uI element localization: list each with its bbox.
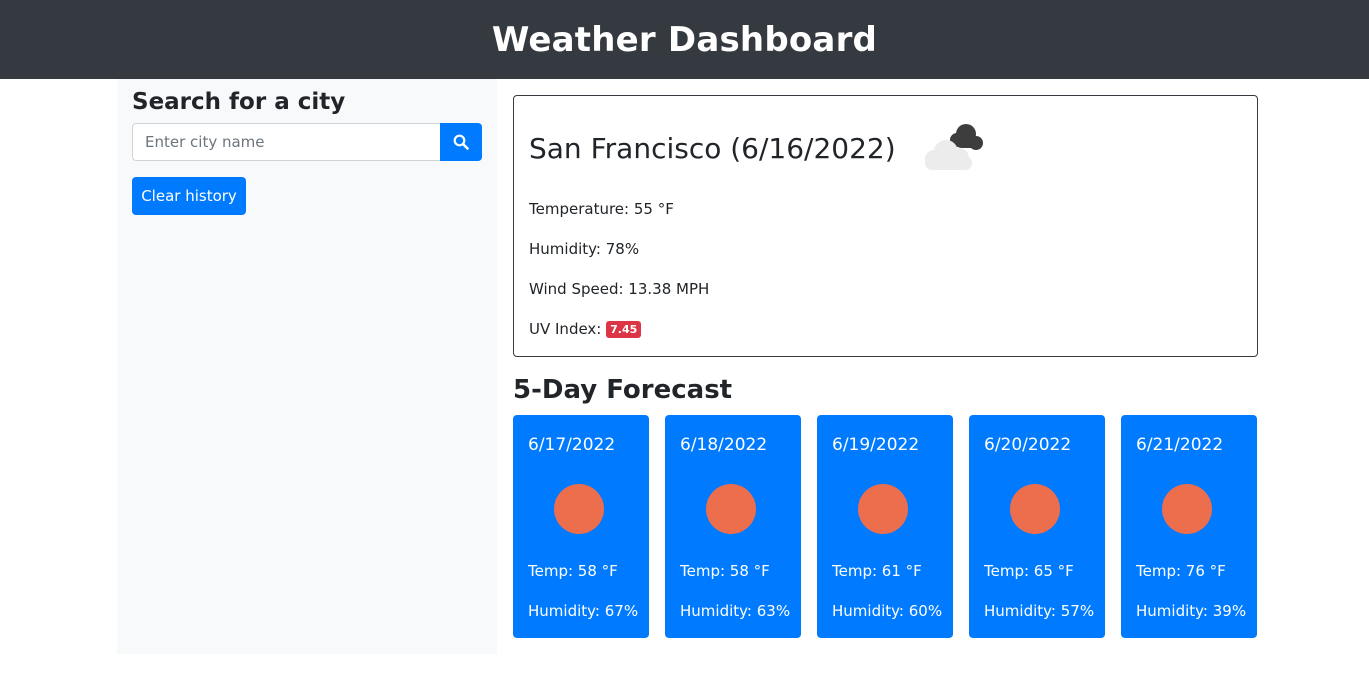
forecast-temp: Temp: 58 °F	[528, 562, 618, 580]
forecast-card: 6/21/2022 Temp: 76 °F Humidity: 39%	[1121, 415, 1257, 638]
search-sidebar: Search for a city Clear history	[117, 79, 497, 654]
forecast-humidity: Humidity: 57%	[984, 602, 1095, 620]
forecast-humidity: Humidity: 63%	[680, 602, 791, 620]
current-city-date: San Francisco (6/16/2022)	[529, 131, 896, 165]
search-button[interactable]	[440, 123, 482, 161]
app-header: Weather Dashboard	[0, 0, 1369, 79]
forecast-card: 6/19/2022 Temp: 61 °F Humidity: 60%	[817, 415, 953, 638]
forecast-card: 6/18/2022 Temp: 58 °F Humidity: 63%	[665, 415, 801, 638]
current-wind-speed: Wind Speed: 13.38 MPH	[529, 280, 710, 298]
forecast-humidity: Humidity: 39%	[1136, 602, 1247, 620]
forecast-heading: 5-Day Forecast	[513, 375, 733, 405]
search-heading: Search for a city	[132, 89, 346, 115]
current-uv-index: UV Index: 7.45	[529, 320, 642, 338]
current-temperature: Temperature: 55 °F	[529, 200, 674, 218]
search-icon	[453, 134, 469, 150]
uv-label: UV Index:	[529, 320, 602, 338]
forecast-date: 6/18/2022	[680, 435, 768, 455]
sun-icon	[1162, 484, 1212, 534]
sun-icon	[1010, 484, 1060, 534]
clear-history-button[interactable]: Clear history	[132, 177, 246, 215]
forecast-date: 6/17/2022	[528, 435, 616, 455]
forecast-temp: Temp: 58 °F	[680, 562, 770, 580]
sun-icon	[706, 484, 756, 534]
current-humidity: Humidity: 78%	[529, 240, 640, 258]
cloudy-night-icon	[924, 124, 983, 170]
search-group	[132, 123, 482, 161]
forecast-row: 6/17/2022 Temp: 58 °F Humidity: 67% 6/18…	[513, 415, 1258, 638]
forecast-temp: Temp: 61 °F	[832, 562, 922, 580]
forecast-date: 6/19/2022	[832, 435, 920, 455]
sun-icon	[554, 484, 604, 534]
forecast-date: 6/21/2022	[1136, 435, 1224, 455]
page-title: Weather Dashboard	[491, 19, 878, 60]
forecast-card: 6/17/2022 Temp: 58 °F Humidity: 67%	[513, 415, 649, 638]
current-weather-card: San Francisco (6/16/2022) Temperature: 5…	[513, 95, 1258, 357]
current-title-row: San Francisco (6/16/2022)	[529, 118, 992, 178]
forecast-humidity: Humidity: 60%	[832, 602, 943, 620]
forecast-humidity: Humidity: 67%	[528, 602, 639, 620]
forecast-temp: Temp: 76 °F	[1136, 562, 1226, 580]
forecast-card: 6/20/2022 Temp: 65 °F Humidity: 57%	[969, 415, 1105, 638]
city-search-input[interactable]	[132, 123, 440, 161]
sun-icon	[858, 484, 908, 534]
uv-badge: 7.45	[606, 321, 642, 338]
forecast-temp: Temp: 65 °F	[984, 562, 1074, 580]
forecast-date: 6/20/2022	[984, 435, 1072, 455]
